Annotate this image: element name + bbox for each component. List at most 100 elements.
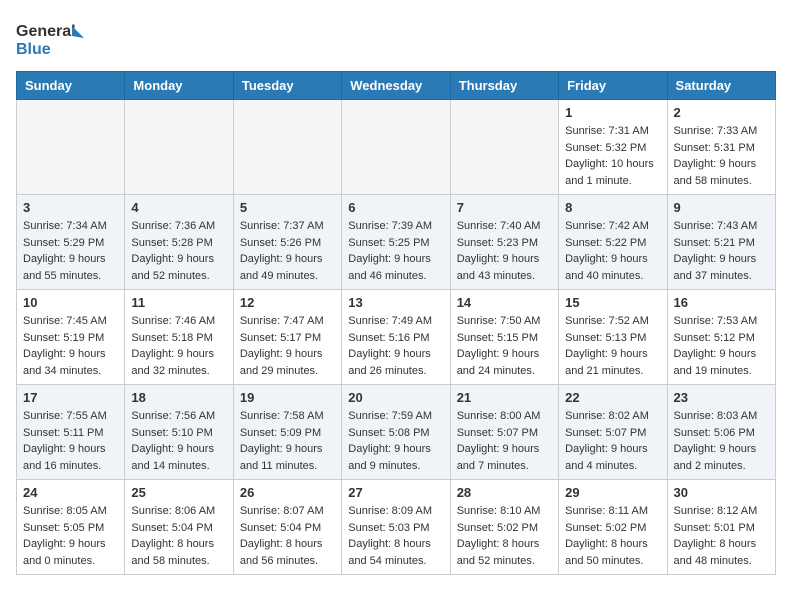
day-info: Sunrise: 7:33 AMSunset: 5:31 PMDaylight:… xyxy=(674,123,769,189)
day-number: 3 xyxy=(23,200,118,215)
day-info: Sunrise: 7:47 AMSunset: 5:17 PMDaylight:… xyxy=(240,313,335,379)
calendar-header-row: SundayMondayTuesdayWednesdayThursdayFrid… xyxy=(17,72,776,100)
day-number: 24 xyxy=(23,485,118,500)
logo: GeneralBlue xyxy=(16,16,86,61)
day-info: Sunrise: 8:11 AMSunset: 5:02 PMDaylight:… xyxy=(565,503,660,569)
day-cell: 3 Sunrise: 7:34 AMSunset: 5:29 PMDaylight… xyxy=(17,195,125,290)
day-info: Sunrise: 7:43 AMSunset: 5:21 PMDaylight:… xyxy=(674,218,769,284)
day-cell: 29 Sunrise: 8:11 AMSunset: 5:02 PMDayligh… xyxy=(559,480,667,575)
day-info: Sunrise: 7:59 AMSunset: 5:08 PMDaylight:… xyxy=(348,408,443,474)
col-header-sunday: Sunday xyxy=(17,72,125,100)
day-cell: 1 Sunrise: 7:31 AMSunset: 5:32 PMDaylight… xyxy=(559,100,667,195)
day-number: 17 xyxy=(23,390,118,405)
day-cell: 12 Sunrise: 7:47 AMSunset: 5:17 PMDayligh… xyxy=(233,290,341,385)
day-cell: 9 Sunrise: 7:43 AMSunset: 5:21 PMDaylight… xyxy=(667,195,775,290)
day-cell: 6 Sunrise: 7:39 AMSunset: 5:25 PMDaylight… xyxy=(342,195,450,290)
day-number: 23 xyxy=(674,390,769,405)
day-info: Sunrise: 8:00 AMSunset: 5:07 PMDaylight:… xyxy=(457,408,552,474)
day-number: 11 xyxy=(131,295,226,310)
day-cell: 7 Sunrise: 7:40 AMSunset: 5:23 PMDaylight… xyxy=(450,195,558,290)
day-number: 8 xyxy=(565,200,660,215)
day-info: Sunrise: 8:10 AMSunset: 5:02 PMDaylight:… xyxy=(457,503,552,569)
day-number: 25 xyxy=(131,485,226,500)
week-row-5: 24 Sunrise: 8:05 AMSunset: 5:05 PMDayligh… xyxy=(17,480,776,575)
day-cell: 18 Sunrise: 7:56 AMSunset: 5:10 PMDayligh… xyxy=(125,385,233,480)
day-cell: 28 Sunrise: 8:10 AMSunset: 5:02 PMDayligh… xyxy=(450,480,558,575)
col-header-monday: Monday xyxy=(125,72,233,100)
day-number: 14 xyxy=(457,295,552,310)
day-number: 30 xyxy=(674,485,769,500)
day-info: Sunrise: 7:46 AMSunset: 5:18 PMDaylight:… xyxy=(131,313,226,379)
day-number: 29 xyxy=(565,485,660,500)
svg-text:Blue: Blue xyxy=(16,41,51,58)
day-cell: 30 Sunrise: 8:12 AMSunset: 5:01 PMDayligh… xyxy=(667,480,775,575)
col-header-tuesday: Tuesday xyxy=(233,72,341,100)
day-cell xyxy=(125,100,233,195)
day-number: 27 xyxy=(348,485,443,500)
day-cell: 17Sunrise: 7:55 AMSunset: 5:11 PMDayligh… xyxy=(17,385,125,480)
day-info: Sunrise: 8:05 AMSunset: 5:05 PMDaylight:… xyxy=(23,503,118,569)
day-number: 1 xyxy=(565,105,660,120)
svg-text:General: General xyxy=(16,23,76,40)
day-info: Sunrise: 8:07 AMSunset: 5:04 PMDaylight:… xyxy=(240,503,335,569)
week-row-1: 1 Sunrise: 7:31 AMSunset: 5:32 PMDaylight… xyxy=(17,100,776,195)
week-row-3: 10 Sunrise: 7:45 AMSunset: 5:19 PMDayligh… xyxy=(17,290,776,385)
day-info: Sunrise: 7:39 AMSunset: 5:25 PMDaylight:… xyxy=(348,218,443,284)
day-cell: 27 Sunrise: 8:09 AMSunset: 5:03 PMDayligh… xyxy=(342,480,450,575)
day-cell xyxy=(233,100,341,195)
day-cell: 21Sunrise: 8:00 AMSunset: 5:07 PMDayligh… xyxy=(450,385,558,480)
day-info: Sunrise: 8:02 AMSunset: 5:07 PMDaylight:… xyxy=(565,408,660,474)
day-cell: 11 Sunrise: 7:46 AMSunset: 5:18 PMDayligh… xyxy=(125,290,233,385)
day-cell: 14 Sunrise: 7:50 AMSunset: 5:15 PMDayligh… xyxy=(450,290,558,385)
col-header-thursday: Thursday xyxy=(450,72,558,100)
day-cell: 4Sunrise: 7:36 AMSunset: 5:28 PMDaylight… xyxy=(125,195,233,290)
day-cell: 26 Sunrise: 8:07 AMSunset: 5:04 PMDayligh… xyxy=(233,480,341,575)
day-info: Sunrise: 8:12 AMSunset: 5:01 PMDaylight:… xyxy=(674,503,769,569)
day-info: Sunrise: 7:31 AMSunset: 5:32 PMDaylight:… xyxy=(565,123,660,189)
day-info: Sunrise: 7:52 AMSunset: 5:13 PMDaylight:… xyxy=(565,313,660,379)
calendar-table: SundayMondayTuesdayWednesdayThursdayFrid… xyxy=(16,71,776,575)
col-header-saturday: Saturday xyxy=(667,72,775,100)
day-cell: 15Sunrise: 7:52 AMSunset: 5:13 PMDayligh… xyxy=(559,290,667,385)
day-info: Sunrise: 7:53 AMSunset: 5:12 PMDaylight:… xyxy=(674,313,769,379)
day-cell: 23Sunrise: 8:03 AMSunset: 5:06 PMDayligh… xyxy=(667,385,775,480)
day-cell xyxy=(17,100,125,195)
day-info: Sunrise: 7:50 AMSunset: 5:15 PMDaylight:… xyxy=(457,313,552,379)
col-header-friday: Friday xyxy=(559,72,667,100)
day-info: Sunrise: 7:34 AMSunset: 5:29 PMDaylight:… xyxy=(23,218,118,284)
day-info: Sunrise: 7:58 AMSunset: 5:09 PMDaylight:… xyxy=(240,408,335,474)
day-info: Sunrise: 8:09 AMSunset: 5:03 PMDaylight:… xyxy=(348,503,443,569)
day-number: 28 xyxy=(457,485,552,500)
day-cell xyxy=(342,100,450,195)
day-cell: 5Sunrise: 7:37 AMSunset: 5:26 PMDaylight… xyxy=(233,195,341,290)
day-number: 20 xyxy=(348,390,443,405)
day-number: 6 xyxy=(348,200,443,215)
day-info: Sunrise: 7:42 AMSunset: 5:22 PMDaylight:… xyxy=(565,218,660,284)
day-number: 13 xyxy=(348,295,443,310)
day-number: 7 xyxy=(457,200,552,215)
day-cell: 2 Sunrise: 7:33 AMSunset: 5:31 PMDaylight… xyxy=(667,100,775,195)
day-number: 16 xyxy=(674,295,769,310)
day-cell: 10 Sunrise: 7:45 AMSunset: 5:19 PMDayligh… xyxy=(17,290,125,385)
day-number: 18 xyxy=(131,390,226,405)
day-number: 9 xyxy=(674,200,769,215)
day-number: 5 xyxy=(240,200,335,215)
logo-svg: GeneralBlue xyxy=(16,16,86,61)
day-info: Sunrise: 7:36 AMSunset: 5:28 PMDaylight:… xyxy=(131,218,226,284)
day-number: 26 xyxy=(240,485,335,500)
day-info: Sunrise: 7:56 AMSunset: 5:10 PMDaylight:… xyxy=(131,408,226,474)
day-cell: 20 Sunrise: 7:59 AMSunset: 5:08 PMDayligh… xyxy=(342,385,450,480)
day-cell: 13 Sunrise: 7:49 AMSunset: 5:16 PMDayligh… xyxy=(342,290,450,385)
day-number: 12 xyxy=(240,295,335,310)
day-cell: 25Sunrise: 8:06 AMSunset: 5:04 PMDayligh… xyxy=(125,480,233,575)
day-number: 19 xyxy=(240,390,335,405)
day-info: Sunrise: 7:49 AMSunset: 5:16 PMDaylight:… xyxy=(348,313,443,379)
day-number: 10 xyxy=(23,295,118,310)
day-info: Sunrise: 7:45 AMSunset: 5:19 PMDaylight:… xyxy=(23,313,118,379)
col-header-wednesday: Wednesday xyxy=(342,72,450,100)
day-cell: 16 Sunrise: 7:53 AMSunset: 5:12 PMDayligh… xyxy=(667,290,775,385)
day-number: 22 xyxy=(565,390,660,405)
day-info: Sunrise: 7:40 AMSunset: 5:23 PMDaylight:… xyxy=(457,218,552,284)
day-number: 2 xyxy=(674,105,769,120)
day-cell: 22 Sunrise: 8:02 AMSunset: 5:07 PMDayligh… xyxy=(559,385,667,480)
